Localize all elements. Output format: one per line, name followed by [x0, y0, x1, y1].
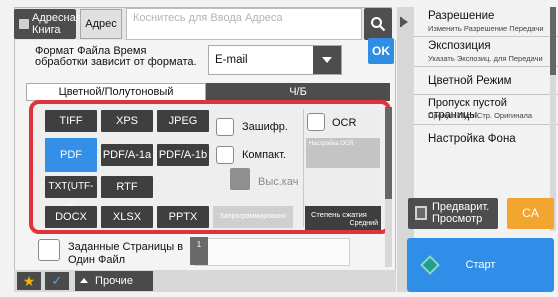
address-book-label: Адресная Книга — [32, 12, 82, 36]
start-diamond-icon — [420, 255, 440, 275]
other-button[interactable]: Прочие — [75, 271, 153, 291]
tab-black-white[interactable]: Ч/Б — [206, 83, 390, 101]
compression-button[interactable]: Степень сжатия Средний — [305, 206, 381, 230]
filetype-tiff-button[interactable]: TIFF — [45, 110, 97, 132]
encrypt-checkbox[interactable] — [216, 118, 234, 136]
filetype-pdf-button[interactable]: PDF — [45, 138, 97, 172]
start-label: Старт — [465, 259, 496, 271]
high-quality-checkbox[interactable] — [230, 168, 250, 190]
check-button[interactable]: ✓ — [45, 272, 69, 290]
menu-item-title: Цветной Режим — [428, 75, 512, 87]
search-icon — [371, 17, 386, 32]
check-icon: ✓ — [51, 273, 63, 288]
encrypt-label: Зашифр. — [242, 121, 288, 133]
menu-scrollbar-thumb[interactable] — [550, 7, 556, 75]
menu-item-background[interactable]: Настройка Фона — [414, 125, 558, 153]
filetype-jpeg-button[interactable]: JPEG — [157, 110, 209, 132]
format-select[interactable]: E-mail — [208, 45, 342, 75]
ocr-checkbox[interactable] — [307, 113, 325, 131]
compression-value: Средний — [349, 220, 378, 227]
preview-label: Предварит. Просмотр — [432, 201, 490, 225]
menu-item-color-mode[interactable]: Цветной Режим — [414, 67, 558, 95]
address-input[interactable]: Коснитесь для Ввода Адреса — [126, 8, 362, 40]
menu-item-resolution[interactable]: Разрешение Изменить Разрешение Передачи — [414, 7, 558, 37]
preview-icon — [415, 206, 427, 220]
filetype-pdfa1b-button[interactable]: PDF/A-1b — [157, 144, 209, 166]
play-arrow-icon — [402, 18, 408, 26]
specified-pages-checkbox[interactable] — [38, 239, 60, 261]
filetype-pptx-button[interactable]: PPTX — [157, 206, 209, 228]
ocr-settings-button[interactable]: Настройка OCR — [306, 138, 380, 168]
high-quality-label: Выс.кач — [258, 176, 299, 188]
compression-label: Степень сжатия — [311, 210, 367, 219]
menu-item-title: Экспозиция — [428, 40, 491, 52]
menu-item-subtitle: Указать Экспозиц. для Передачи — [428, 54, 543, 63]
filetype-rtf-button[interactable]: RTF — [101, 176, 153, 198]
panel-scrollbar-thumb[interactable] — [385, 107, 392, 199]
book-icon — [19, 19, 29, 29]
filetype-docx-button[interactable]: DOCX — [45, 206, 97, 228]
format-select-value: E-mail — [215, 54, 248, 66]
address-book-button[interactable]: Адресная Книга — [14, 9, 82, 39]
file-format-label-text: Формат Файла Время обработки зависит от … — [35, 45, 197, 68]
specified-pages-label: Заданные Страницы в Один Файл — [68, 241, 186, 267]
panel-scrollbar[interactable] — [385, 107, 392, 267]
specified-pages-field[interactable] — [194, 238, 350, 266]
preview-button[interactable]: Предварит. Просмотр — [408, 198, 498, 229]
file-format-label: Формат Файла Время обработки зависит от … — [35, 46, 200, 68]
menu-item-title: Разрешение — [428, 10, 495, 22]
clear-all-button[interactable]: CA — [507, 198, 554, 229]
specified-pages-count[interactable]: 1 — [190, 237, 208, 265]
star-icon: ★ — [22, 273, 36, 289]
compact-checkbox[interactable] — [216, 146, 234, 164]
filetype-pdfa1a-button[interactable]: PDF/A-1a — [101, 144, 153, 166]
address-button[interactable]: Адрес — [80, 9, 122, 39]
menu-item-title: Настройка Фона — [428, 133, 516, 145]
menu-item-subtitle: Изменить Разрешение Передачи — [428, 24, 544, 33]
filetype-xlsx-button[interactable]: XLSX — [101, 206, 153, 228]
start-button[interactable]: Старт — [407, 238, 554, 292]
ocr-label: OCR — [332, 117, 357, 129]
bottom-bar — [14, 270, 396, 292]
menu-item-skip-blank[interactable]: Пропуск пустой страницы Пропуск Пуст Стр… — [414, 95, 558, 125]
specified-pages-label-text: Заданные Страницы в Один Файл — [68, 241, 184, 266]
compact-label: Компакт. — [242, 149, 286, 161]
favorite-star-button[interactable]: ★ — [17, 272, 41, 290]
filetype-xps-button[interactable]: XPS — [101, 110, 153, 132]
menu-item-subtitle: Пропуск Пуст Стр. Оригинала — [428, 111, 533, 120]
search-button[interactable] — [364, 8, 392, 40]
protect-button[interactable]: Запрограммировано — [213, 206, 293, 228]
menu-item-exposure[interactable]: Экспозиция Указать Экспозиц. для Передач… — [414, 37, 558, 67]
filetype-txt-button[interactable]: TXT(UTF-8) — [45, 176, 97, 214]
chevron-down-icon — [313, 46, 341, 74]
tab-color-grayscale[interactable]: Цветной/Полутоновый — [26, 83, 206, 101]
ok-button[interactable]: OK — [368, 38, 394, 64]
